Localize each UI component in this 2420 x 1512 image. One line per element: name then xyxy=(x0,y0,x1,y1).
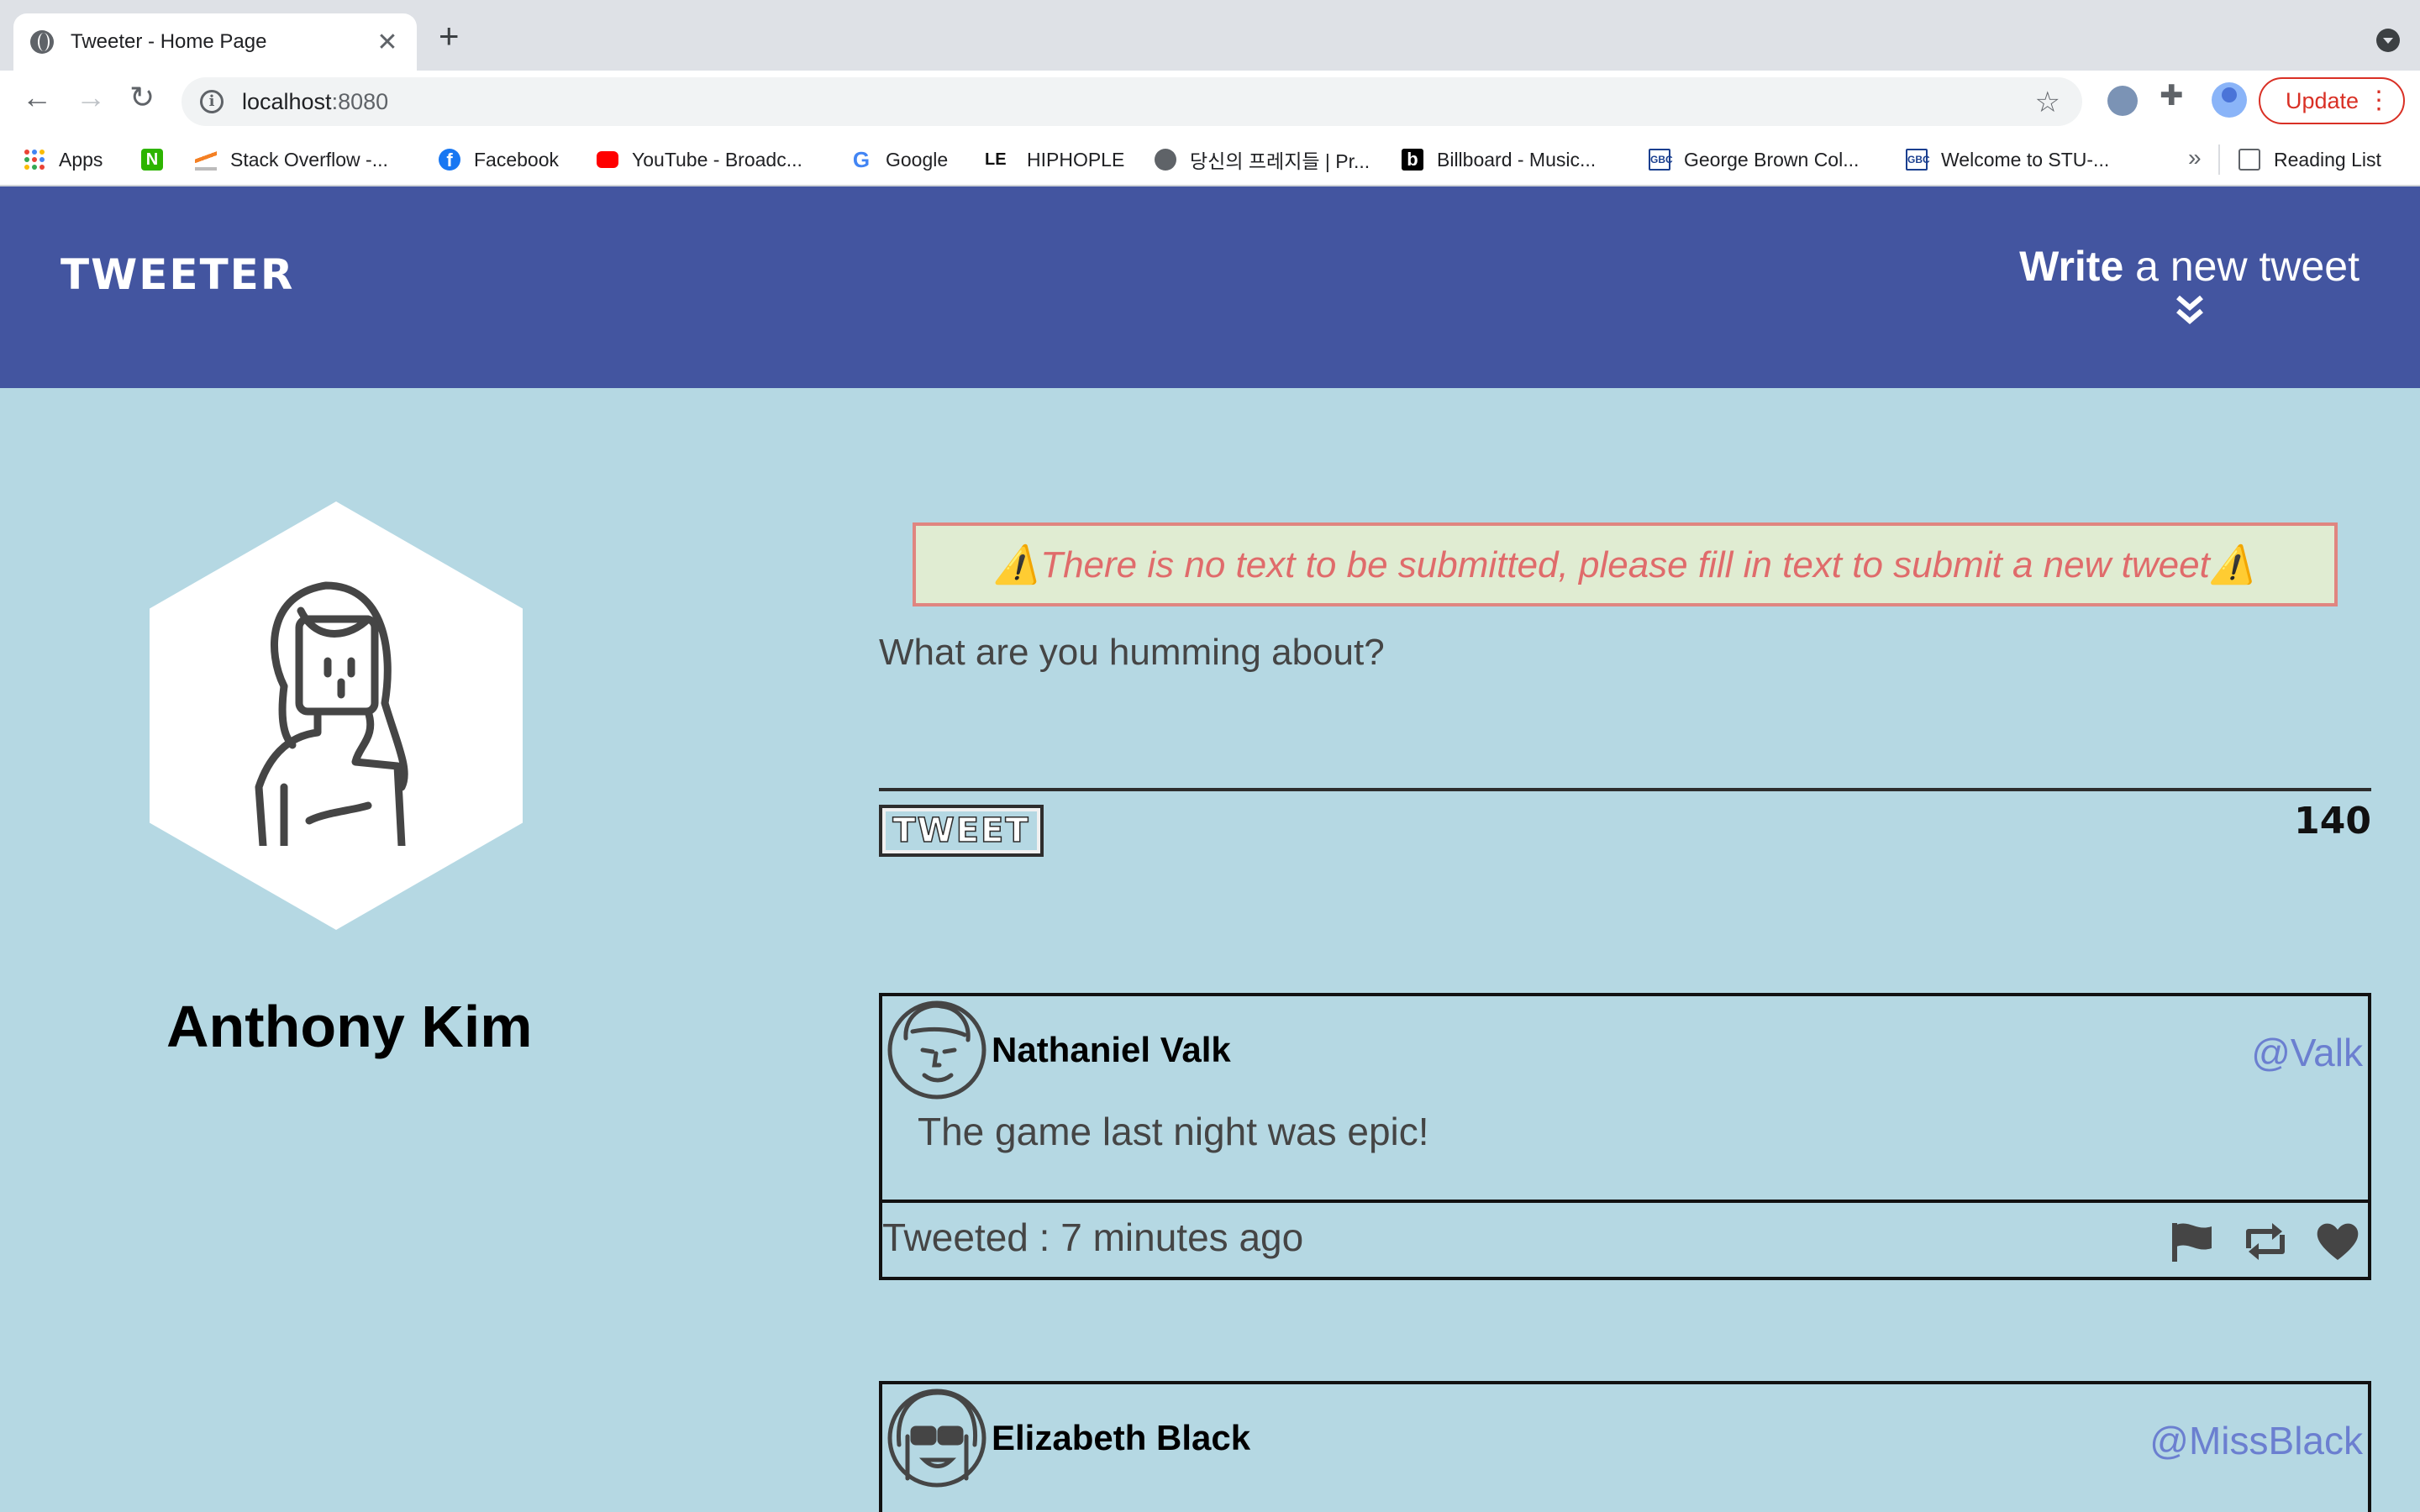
url-host: localhost xyxy=(242,88,332,114)
facebook-icon: f xyxy=(439,149,460,171)
retweet-icon[interactable] xyxy=(2242,1220,2289,1263)
tweet-header: Nathaniel Valk @Valk xyxy=(882,996,2368,1105)
tab-search-icon[interactable] xyxy=(2376,29,2400,52)
tweet-text: The game last night was epic! xyxy=(882,1105,2368,1203)
tab-title: Tweeter - Home Page xyxy=(71,30,267,53)
bookmarks-bar: Apps N Stack Overflow -... f Facebook Yo… xyxy=(0,133,2420,186)
billboard-icon: b xyxy=(1402,149,1423,171)
extension-icon[interactable] xyxy=(2107,86,2138,116)
naver-icon: N xyxy=(141,149,163,171)
extensions-puzzle-icon[interactable]: ✚ xyxy=(2160,79,2190,112)
tweet-author-name: Elizabeth Black xyxy=(992,1418,1251,1457)
compose-bold-text: Write xyxy=(2019,243,2124,290)
bookmark-apps[interactable]: Apps xyxy=(24,143,103,176)
apps-grid-icon xyxy=(24,150,45,170)
bookmark-label: Facebook xyxy=(474,148,560,171)
bookmark-stu-view[interactable]: GBC Welcome to STU-... xyxy=(1906,143,2109,176)
double-chevron-down-icon[interactable] xyxy=(2173,294,2207,328)
forward-icon[interactable]: → xyxy=(76,82,106,113)
tweet-timestamp: Tweeted : 7 minutes ago xyxy=(882,1215,1304,1259)
tweet-author-avatar xyxy=(887,1000,986,1100)
user-avatar-icon xyxy=(255,581,408,846)
reload-icon[interactable]: ↻ xyxy=(129,82,155,113)
reading-list-label: Reading List xyxy=(2274,148,2381,171)
browser-toolbar: ← → ↻ i localhost:8080 ☆ ✚ Update ⋮ xyxy=(0,71,2420,133)
bookmark-george-brown[interactable]: GBC George Brown Col... xyxy=(1649,143,1859,176)
write-new-tweet-toggle[interactable]: Write a new tweet xyxy=(2019,242,2360,328)
globe-icon xyxy=(1155,149,1176,171)
tweet-author-avatar xyxy=(887,1389,986,1488)
gbc-icon: GBC xyxy=(1649,149,1673,171)
bookmark-facebook[interactable]: f Facebook xyxy=(439,143,559,176)
profile-name: Anthony Kim xyxy=(166,994,533,1059)
tweet-author-handle: @Valk xyxy=(2251,1031,2363,1074)
tweet-card: Nathaniel Valk @Valk The game last night… xyxy=(879,993,2371,1280)
tweet-header: Elizabeth Black @MissBlack xyxy=(882,1384,2368,1494)
bookmark-label: 당신의 프레지들 | Pr... xyxy=(1190,150,1370,172)
menu-dots-icon[interactable]: ⋮ xyxy=(2366,86,2391,115)
profile-avatar-icon[interactable] xyxy=(2212,82,2247,118)
close-tab-icon[interactable]: ✕ xyxy=(375,28,400,57)
bookmark-label: Apps xyxy=(59,148,103,171)
tweet-card: Elizabeth Black @MissBlack xyxy=(879,1381,2371,1512)
bookmark-google[interactable]: G Google xyxy=(850,143,948,176)
brand-logo[interactable]: TWEETER xyxy=(60,250,294,299)
stackoverflow-icon xyxy=(195,149,217,171)
new-tab-button[interactable]: + xyxy=(439,18,460,54)
browser-tab-strip: Tweeter - Home Page ✕ + xyxy=(0,0,2420,71)
bookmark-label: YouTube - Broadc... xyxy=(632,148,802,171)
error-message: ⚠️There is no text to be submitted, plea… xyxy=(913,522,2338,606)
site-nav: TWEETER Write a new tweet xyxy=(0,186,2420,388)
browser-tab[interactable]: Tweeter - Home Page ✕ xyxy=(13,13,417,71)
bookmark-label: George Brown Col... xyxy=(1684,148,1860,171)
bookmarks-divider xyxy=(2218,144,2220,175)
bookmark-korean-site[interactable]: 당신의 프레지들 | Pr... xyxy=(1155,143,1370,176)
update-label: Update xyxy=(2286,87,2360,113)
bookmark-naver[interactable]: N xyxy=(141,143,176,176)
tweet-author-name: Nathaniel Valk xyxy=(992,1030,1231,1069)
gbc-icon: GBC xyxy=(1906,149,1930,171)
bookmark-label: Billboard - Music... xyxy=(1437,148,1597,171)
tweet-submit-button[interactable]: TWEET xyxy=(879,805,1044,857)
reading-list-button[interactable]: Reading List xyxy=(2238,143,2381,176)
bookmark-label: Welcome to STU-... xyxy=(1941,148,2110,171)
hiphople-icon: LE xyxy=(985,150,1007,169)
url-port: :8080 xyxy=(331,88,389,114)
tweet-button-label: TWEET xyxy=(886,811,1037,851)
back-icon[interactable]: ← xyxy=(22,82,52,113)
bookmark-label: Stack Overflow -... xyxy=(230,148,388,171)
more-bookmarks-icon[interactable]: » xyxy=(2188,144,2202,171)
tweet-actions xyxy=(2170,1220,2361,1263)
bookmark-billboard[interactable]: b Billboard - Music... xyxy=(1402,143,1596,176)
tweet-text-input[interactable] xyxy=(879,632,2371,791)
reading-list-icon xyxy=(2238,149,2260,171)
bookmark-label: HIPHOPLE xyxy=(1027,148,1125,171)
tweet-author-handle: @MissBlack xyxy=(2149,1419,2363,1462)
profile-avatar-hexagon xyxy=(150,501,523,930)
bookmark-star-icon[interactable]: ☆ xyxy=(2035,86,2060,119)
bookmark-youtube[interactable]: YouTube - Broadc... xyxy=(597,143,802,176)
character-counter: 140 xyxy=(2294,800,2371,843)
bookmark-label: Google xyxy=(886,148,949,171)
compose-rest-text: a new tweet xyxy=(2123,243,2360,290)
google-icon: G xyxy=(852,147,871,172)
bookmark-stackoverflow[interactable]: Stack Overflow -... xyxy=(195,143,388,176)
bookmark-hiphople[interactable]: LE HIPHOPLE xyxy=(985,143,1124,176)
address-bar[interactable]: i localhost:8080 ☆ xyxy=(182,77,2082,126)
update-button[interactable]: Update ⋮ xyxy=(2259,77,2405,124)
tweet-footer: Tweeted : 7 minutes ago xyxy=(882,1203,2368,1277)
youtube-icon xyxy=(597,151,618,168)
globe-icon xyxy=(30,30,54,54)
heart-icon[interactable] xyxy=(2314,1220,2361,1263)
flag-icon[interactable] xyxy=(2170,1220,2217,1263)
site-info-icon[interactable]: i xyxy=(200,90,224,113)
